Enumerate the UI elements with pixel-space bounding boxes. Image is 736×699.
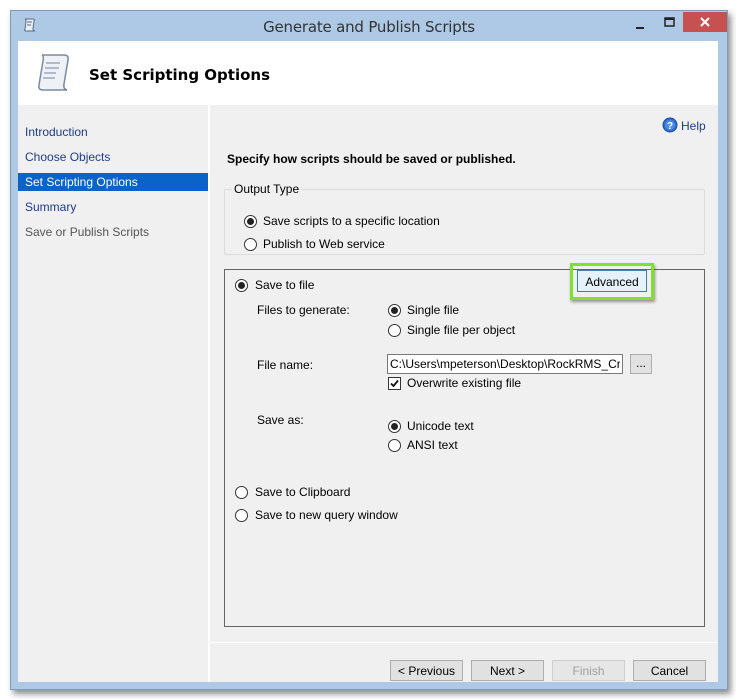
main-panel: ? Help Specify how scripts should be sav… xyxy=(210,105,718,682)
instruction-text: Specify how scripts should be saved or p… xyxy=(227,152,516,166)
next-button[interactable]: Next > xyxy=(471,660,544,681)
single-file-per-object-label[interactable]: Single file per object xyxy=(407,323,515,337)
close-button[interactable] xyxy=(683,12,727,32)
output-type-legend: Output Type xyxy=(232,182,302,196)
sidebar-item-set-scripting-options[interactable]: Set Scripting Options xyxy=(18,173,208,191)
save-as-label: Save as: xyxy=(257,413,304,427)
page-title: Set Scripting Options xyxy=(89,66,271,84)
radio-single-file-per-object[interactable] xyxy=(388,324,401,337)
finish-button: Finish xyxy=(552,660,625,681)
save-to-file-label[interactable]: Save to file xyxy=(255,278,314,292)
save-scripts-location-label[interactable]: Save scripts to a specific location xyxy=(263,214,440,228)
files-to-generate-label: Files to generate: xyxy=(257,303,350,317)
sidebar-item-choose-objects[interactable]: Choose Objects xyxy=(18,148,208,166)
overwrite-label[interactable]: Overwrite existing file xyxy=(407,376,521,390)
wizard-steps-sidebar: Introduction Choose Objects Set Scriptin… xyxy=(18,105,208,682)
title-bar[interactable]: Generate and Publish Scripts xyxy=(11,11,727,41)
radio-unicode-text[interactable] xyxy=(388,420,401,433)
radio-save-scripts-location[interactable] xyxy=(244,215,257,228)
help-icon[interactable]: ? xyxy=(662,117,678,136)
sidebar-item-introduction[interactable]: Introduction xyxy=(18,123,208,141)
checkmark-icon xyxy=(390,379,399,388)
save-to-clipboard-label[interactable]: Save to Clipboard xyxy=(255,485,350,499)
script-scroll-icon xyxy=(30,51,74,98)
radio-save-to-query-window[interactable] xyxy=(235,509,248,522)
previous-button[interactable]: < Previous xyxy=(390,660,463,681)
publish-web-service-label[interactable]: Publish to Web service xyxy=(263,237,385,251)
sidebar-item-save-or-publish: Save or Publish Scripts xyxy=(25,225,150,239)
minimize-button[interactable] xyxy=(634,19,661,39)
radio-ansi-text[interactable] xyxy=(388,439,401,452)
ansi-text-label[interactable]: ANSI text xyxy=(407,438,458,452)
page-header: Set Scripting Options xyxy=(18,41,718,105)
svg-text:?: ? xyxy=(667,121,673,132)
save-to-query-window-label[interactable]: Save to new query window xyxy=(255,508,398,522)
dialog-window: Generate and Publish Scripts Set Scripti… xyxy=(10,10,728,690)
footer-divider xyxy=(210,642,718,643)
radio-single-file[interactable] xyxy=(388,304,401,317)
radio-save-to-clipboard[interactable] xyxy=(235,486,248,499)
radio-save-to-file[interactable] xyxy=(235,279,248,292)
advanced-button[interactable]: Advanced xyxy=(577,270,647,292)
file-name-input[interactable] xyxy=(387,354,623,374)
close-icon xyxy=(700,17,710,27)
overwrite-checkbox[interactable] xyxy=(388,377,401,390)
single-file-label[interactable]: Single file xyxy=(407,303,459,317)
sidebar-item-summary[interactable]: Summary xyxy=(18,198,208,216)
browse-button[interactable]: ... xyxy=(630,354,652,374)
cancel-button[interactable]: Cancel xyxy=(633,660,706,681)
help-link[interactable]: Help xyxy=(681,119,706,133)
window-title: Generate and Publish Scripts xyxy=(263,18,475,36)
file-name-label: File name: xyxy=(257,358,314,372)
unicode-text-label[interactable]: Unicode text xyxy=(407,419,474,433)
dialog-client: Set Scripting Options Introduction Choos… xyxy=(18,41,718,682)
radio-publish-web-service[interactable] xyxy=(244,238,257,251)
